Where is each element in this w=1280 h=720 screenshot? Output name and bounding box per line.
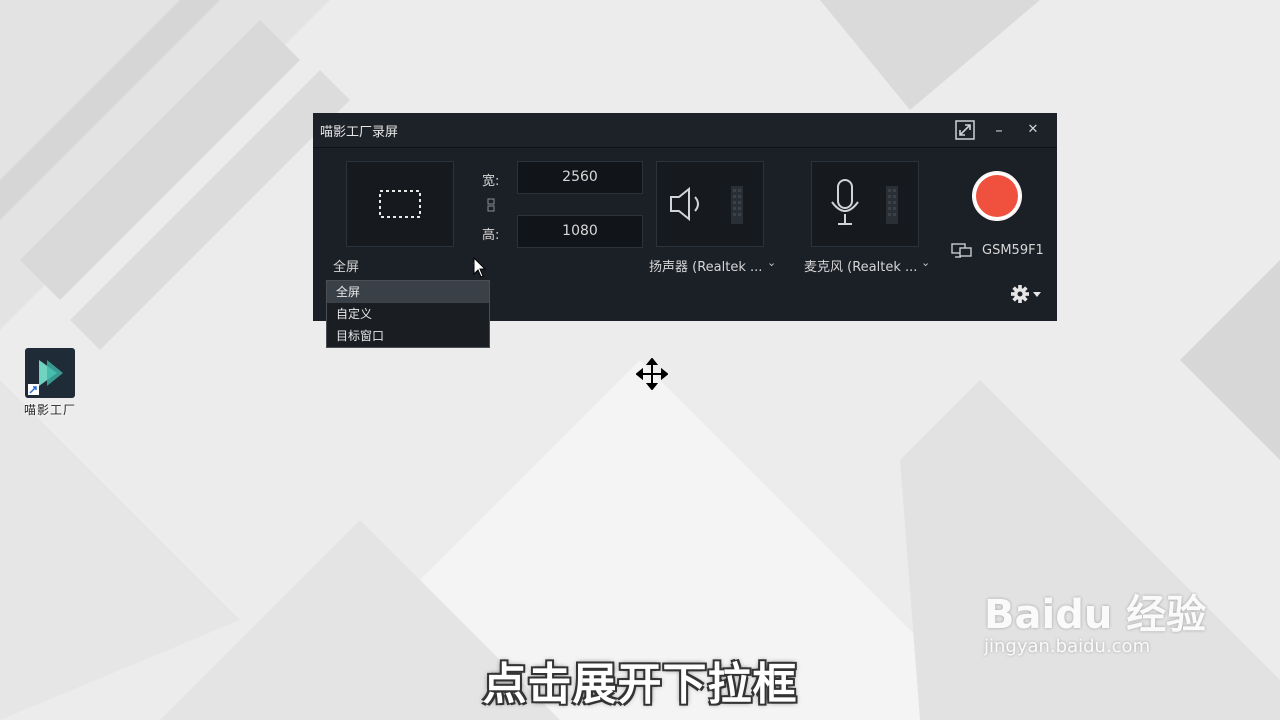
capture-mode-dropdown-list: 全屏 自定义 目标窗口 [326, 280, 490, 348]
speaker-icon [670, 186, 743, 224]
record-button[interactable] [973, 172, 1021, 220]
minimize-button[interactable]: – [987, 118, 1011, 142]
microphone-device-label: 麦克风 (Realtek ... [804, 260, 918, 275]
baidu-jingyan-watermark: Baidu 经验 jingyan.baidu.com [984, 582, 1206, 657]
dropdown-option-fullscreen[interactable]: 全屏 [327, 281, 489, 303]
speaker-panel[interactable] [656, 161, 764, 247]
microphone-dropdown-arrow[interactable]: ⌄ [921, 256, 930, 269]
expand-button[interactable] [953, 118, 977, 142]
capture-mode-label: 全屏 [333, 260, 360, 275]
speaker-device-label: 扬声器 (Realtek ... [649, 260, 763, 275]
microphone-icon [831, 179, 898, 225]
desktop-app-shortcut[interactable]: 喵影工厂 [20, 348, 80, 418]
mouse-pointer-icon [473, 256, 487, 278]
settings-button[interactable] [1010, 284, 1044, 308]
aspect-lock-icon [487, 198, 495, 212]
app-logo-icon [25, 348, 75, 398]
gear-icon [1011, 285, 1041, 303]
fullscreen-area-icon [379, 190, 421, 218]
capture-area-preview[interactable] [346, 161, 454, 247]
window-title: 喵影工厂录屏 [320, 125, 399, 140]
monitor-icon [951, 243, 972, 258]
height-label: 高: [482, 228, 500, 243]
move-cursor-icon [636, 358, 668, 390]
desktop-icon-label: 喵影工厂 [23, 403, 76, 417]
width-label: 宽: [482, 174, 500, 189]
dropdown-option-custom[interactable]: 自定义 [327, 303, 489, 325]
microphone-panel[interactable] [811, 161, 919, 247]
expand-icon [955, 120, 975, 140]
watermark-brand: Baidu 经验 [984, 592, 1207, 638]
video-subtitle: 点击展开下拉框 [482, 659, 798, 710]
monitor-name[interactable]: GSM59F1 [982, 243, 1044, 258]
width-input[interactable]: 2560 [517, 161, 643, 194]
speaker-dropdown-arrow[interactable]: ⌄ [767, 256, 776, 269]
close-button[interactable]: ✕ [1021, 118, 1045, 142]
dropdown-option-target-window[interactable]: 目标窗口 [327, 325, 489, 347]
title-bar[interactable]: 喵影工厂录屏 – ✕ [313, 113, 1057, 148]
height-input[interactable]: 1080 [517, 215, 643, 248]
